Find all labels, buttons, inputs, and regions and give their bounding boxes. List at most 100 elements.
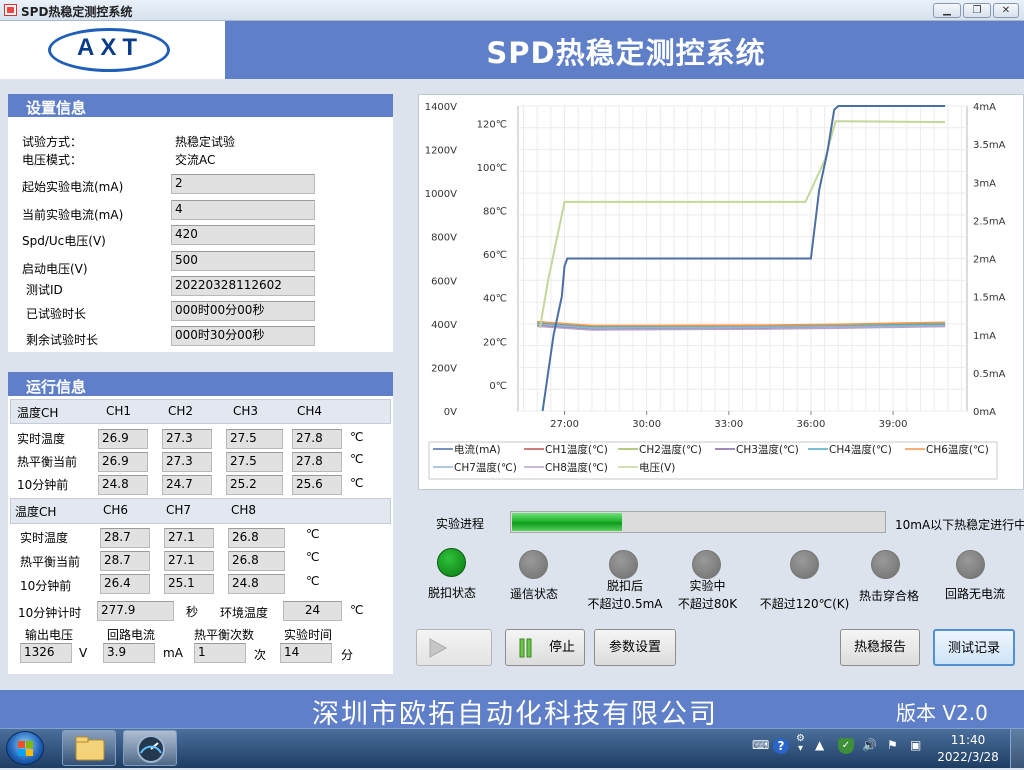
col-ch6: CH6 (103, 503, 129, 517)
version-label: 版本 V2.0 (896, 701, 988, 725)
grp2-header-row (10, 498, 391, 524)
windows-logo-icon (18, 741, 33, 756)
x-tick-label: 39:00 (879, 419, 908, 430)
row-label: 10分钟前 (17, 478, 69, 492)
test-method-value: 热稳定试验 (175, 135, 236, 149)
temp-value: 26.8 (228, 551, 285, 571)
unit-label: ℃ (350, 476, 364, 490)
col-ch3: CH3 (233, 404, 259, 418)
temp-tick-label: 120℃ (477, 119, 507, 130)
clock-date: 2022/3/28 (937, 750, 999, 764)
start-voltage-field[interactable]: 500 (171, 251, 315, 271)
stop-label: 停止 (549, 640, 576, 655)
thermal-breakdown-led (871, 550, 900, 579)
show-hidden-icons-icon[interactable]: ▲ (815, 738, 824, 752)
balance-count-label: 热平衡次数 (194, 628, 255, 642)
unit-label: ℃ (350, 452, 364, 466)
security-shield-icon[interactable]: ✓ (838, 738, 854, 754)
grp1-head-label: 温度CH (17, 406, 59, 420)
legend-label: 电压(V) (639, 461, 675, 474)
thermal-breakdown-label: 热击穿合格 (858, 589, 919, 603)
unit-label: ℃ (306, 550, 320, 564)
voltage-mode-value: 交流AC (175, 153, 216, 167)
col-ch8: CH8 (231, 503, 257, 517)
thermal-report-button[interactable]: 热稳报告 (840, 629, 920, 666)
start-button-orb[interactable] (6, 731, 44, 765)
keyboard-icon[interactable]: ⌨ (752, 738, 769, 752)
minimize-button[interactable]: ▁ (933, 3, 961, 18)
temp-value: 28.7 (100, 528, 150, 548)
uc-voltage-field[interactable]: 420 (171, 225, 315, 245)
loop-current-label: 回路电流 (107, 628, 156, 642)
grp2-head-label: 温度CH (15, 505, 57, 519)
voltage-tick-label: 0V (444, 407, 457, 418)
row-label: 实时温度 (20, 531, 69, 545)
stop-button[interactable]: 停止 (505, 629, 585, 666)
elapsed-field[interactable]: 000时00分00秒 (171, 301, 315, 321)
system-title: SPD热稳定测控系统 (486, 36, 766, 70)
volume-icon[interactable]: 🔊 (862, 738, 877, 752)
temp-value: 27.1 (164, 551, 214, 571)
start-current-field[interactable]: 2 (171, 174, 315, 194)
temp-value: 24.8 (228, 574, 285, 594)
help-icon[interactable]: ? (773, 738, 789, 754)
post-trip-current-led (609, 550, 638, 579)
max-temp-led (790, 550, 819, 579)
voltage-tick-label: 1400V (425, 102, 457, 113)
temp-value: 26.9 (98, 452, 148, 472)
max-temp-label: 不超过120℃(K) (759, 597, 850, 611)
voltage-tick-label: 600V (431, 276, 457, 287)
test-time-label: 实验时间 (284, 628, 333, 642)
temp-tick-label: 40℃ (483, 294, 507, 305)
current-tick-label: 4mA (973, 102, 996, 113)
loop-current-unit: mA (163, 646, 183, 660)
unit-label: ℃ (306, 574, 320, 588)
x-tick-label: 36:00 (797, 419, 826, 430)
timer-unit: 秒 (186, 605, 199, 619)
current-tick-label: 1mA (973, 331, 996, 342)
temp-value: 24.8 (98, 475, 148, 495)
legend-label: CH1温度(℃) (545, 443, 608, 456)
close-button[interactable]: ✕ (993, 3, 1019, 18)
voltage-tick-label: 1200V (425, 146, 457, 157)
legend-label: 电流(mA) (454, 443, 501, 456)
start-button[interactable] (416, 629, 492, 666)
app-icon (4, 4, 17, 16)
settings-heading: 设置信息 (8, 94, 393, 117)
current-current-label: 当前实验电流(mA) (22, 208, 124, 222)
param-settings-button[interactable]: 参数设置 (594, 629, 676, 666)
company-name: 深圳市欧拓自动化科技有限公司 (312, 699, 718, 728)
legend-label: CH8温度(℃) (545, 461, 608, 474)
app-taskbar-button[interactable] (123, 730, 177, 766)
explorer-taskbar-button[interactable] (62, 730, 116, 766)
action-center-flag-icon[interactable]: ⚑ (887, 738, 898, 752)
test-id-field[interactable]: 20220328112602 (171, 276, 315, 296)
x-tick-label: 33:00 (714, 419, 743, 430)
logo-text: AXT (77, 34, 143, 61)
x-tick-label: 27:00 (550, 419, 579, 430)
uc-voltage-label: Spd/Uc电压(V) (22, 234, 106, 248)
no-current-label: 回路无电流 (944, 587, 1005, 601)
maximize-button[interactable]: ❐ (963, 3, 991, 18)
timer-label: 10分钟计时 (18, 606, 82, 620)
settings-gear-icon[interactable]: ⚙ ▾ (796, 734, 805, 754)
row-label: 热平衡当前 (20, 555, 81, 569)
grp1-header-row (10, 399, 391, 424)
test-method-label: 试验方式： (22, 135, 83, 149)
test-records-button[interactable]: 测试记录 (933, 629, 1015, 666)
voltage-tick-label: 400V (431, 320, 457, 331)
trend-chart: 27:00 30:00 33:00 36:00 39:00 1400V 1200V 1000V… (425, 102, 1006, 480)
network-icon[interactable]: ▣ (910, 738, 921, 752)
legend-label: CH7温度(℃) (454, 461, 517, 474)
temp-value: 27.3 (162, 452, 212, 472)
current-current-field[interactable]: 4 (171, 200, 315, 220)
col-ch4: CH4 (297, 404, 323, 418)
show-desktop-button[interactable] (1010, 729, 1024, 768)
temp-tick-label: 0℃ (489, 381, 507, 392)
temp-value: 28.7 (100, 551, 150, 571)
no-current-led (956, 550, 985, 579)
remaining-field[interactable]: 000时30分00秒 (171, 326, 315, 346)
temp-rise-label: 实验中 不超过80K (677, 579, 738, 611)
current-tick-label: 3.5mA (973, 140, 1006, 151)
system-clock[interactable]: 11:40 2022/3/28 (936, 732, 1000, 766)
